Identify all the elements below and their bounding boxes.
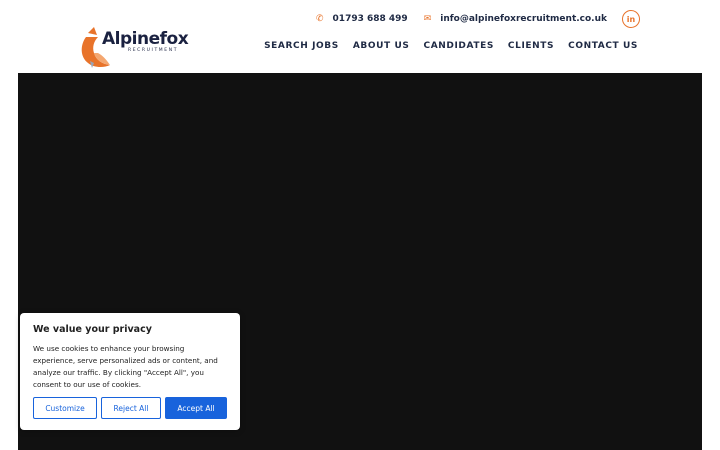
cookie-title: We value your privacy — [33, 324, 152, 335]
cookie-buttons: Customize Reject All Accept All — [33, 397, 227, 419]
phone-number: 01793 688 499 — [332, 14, 408, 24]
email-address: info@alpinefoxrecruitment.co.uk — [440, 14, 607, 24]
site-logo[interactable]: Alpinefox RECRUITMENT — [80, 27, 189, 69]
reject-all-button[interactable]: Reject All — [101, 397, 161, 419]
main-nav: SEARCH JOBS ABOUT US CANDIDATES CLIENTS … — [250, 41, 638, 51]
nav-candidates[interactable]: CANDIDATES — [423, 41, 493, 51]
customize-button[interactable]: Customize — [33, 397, 97, 419]
linkedin-label: in — [626, 14, 636, 24]
logo-text: Alpinefox — [102, 29, 189, 49]
accept-all-button[interactable]: Accept All — [165, 397, 227, 419]
nav-search-jobs[interactable]: SEARCH JOBS — [264, 41, 339, 51]
contact-bar: ✆ 01793 688 499 ✉ info@alpinefoxrecruitm… — [316, 10, 640, 28]
cookie-consent-banner: We value your privacy We use cookies to … — [20, 313, 240, 430]
cookie-body: We use cookies to enhance your browsing … — [33, 344, 218, 389]
site-header: Alpinefox RECRUITMENT ✆ 01793 688 499 ✉ … — [0, 0, 720, 73]
nav-clients[interactable]: CLIENTS — [508, 41, 554, 51]
nav-about-us[interactable]: ABOUT US — [353, 41, 410, 51]
email-link[interactable]: ✉ info@alpinefoxrecruitment.co.uk — [424, 14, 607, 24]
logo-subtitle: RECRUITMENT — [128, 48, 179, 53]
phone-link[interactable]: ✆ 01793 688 499 — [316, 14, 408, 24]
nav-contact-us[interactable]: CONTACT US — [568, 41, 638, 51]
phone-icon: ✆ — [316, 14, 324, 24]
linkedin-icon[interactable]: in — [622, 10, 640, 28]
envelope-icon: ✉ — [423, 14, 432, 24]
